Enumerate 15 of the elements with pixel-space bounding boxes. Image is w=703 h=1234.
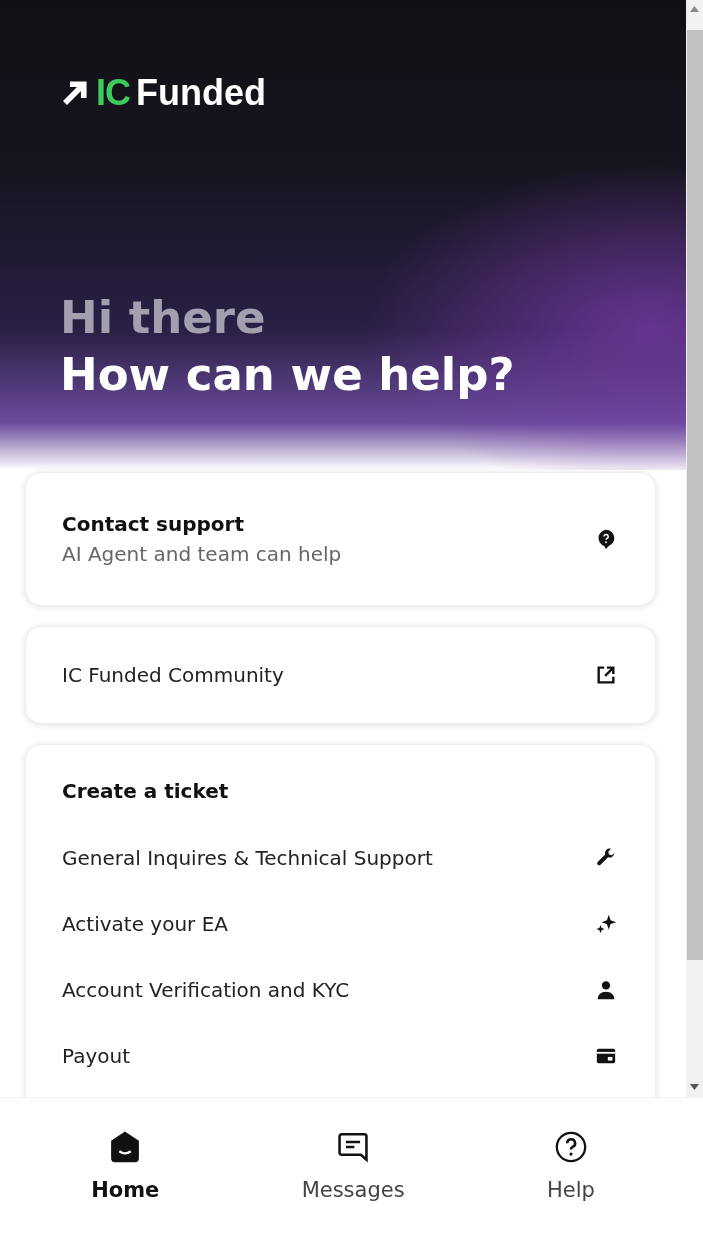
nav-tab[interactable]: Messages bbox=[283, 1124, 423, 1209]
ticket-option[interactable]: Payout bbox=[26, 1023, 655, 1089]
card-title: Create a ticket bbox=[62, 779, 229, 803]
ticket-option[interactable]: General Inquires & Technical Support bbox=[26, 825, 655, 891]
logo: IC Funded bbox=[60, 72, 686, 114]
contact-support-card[interactable]: Contact support AI Agent and team can help bbox=[25, 472, 656, 606]
community-link[interactable]: IC Funded Community bbox=[25, 626, 656, 724]
ticket-option[interactable]: Account Verification and KYC bbox=[26, 957, 655, 1023]
ticket-option[interactable]: Activate your EA bbox=[26, 891, 655, 957]
card-title: Contact support bbox=[62, 512, 246, 536]
nav-tab[interactable]: Help bbox=[528, 1124, 613, 1209]
greeting: Hi there bbox=[60, 290, 267, 346]
card-subtitle: AI Agent and team can help bbox=[62, 542, 342, 566]
nav-tab[interactable]: Home bbox=[73, 1124, 178, 1209]
headline: How can we help? bbox=[60, 347, 516, 403]
